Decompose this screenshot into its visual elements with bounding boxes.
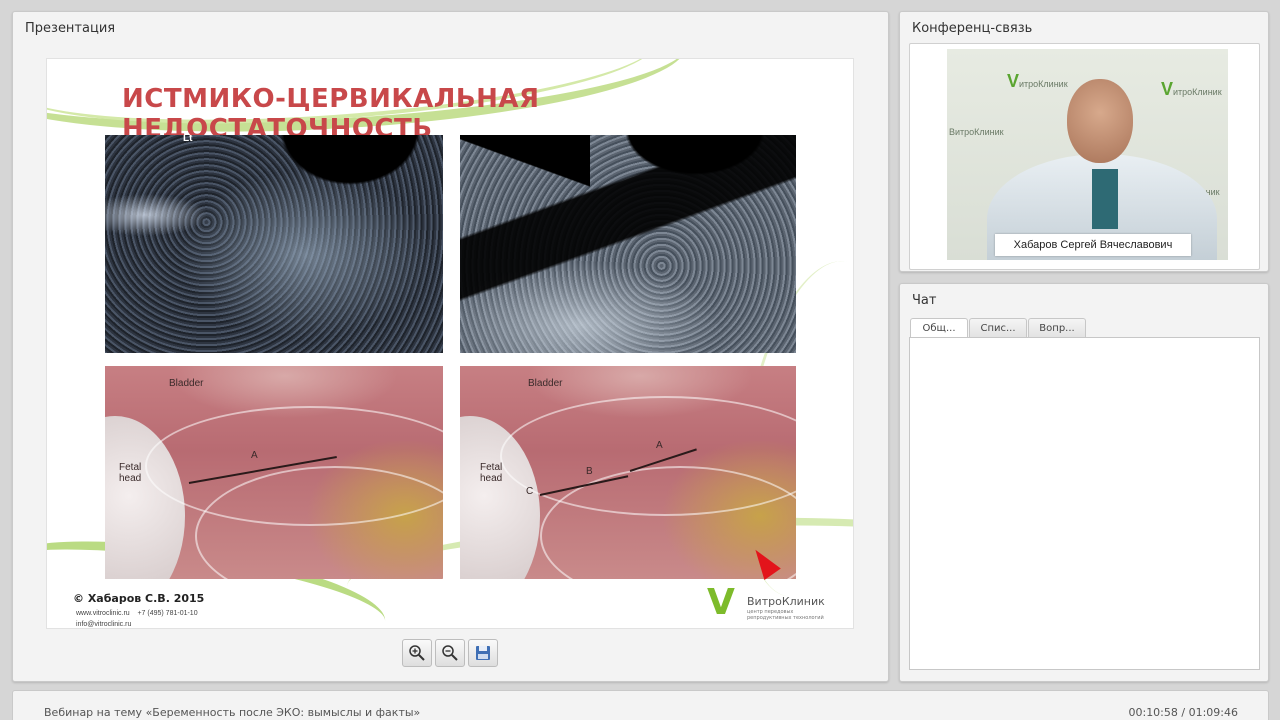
tab-general[interactable]: Общ... xyxy=(910,318,968,339)
brand-logo: V ВитроКлиник центр передовых репродукти… xyxy=(707,583,837,627)
presentation-panel: Презентация ИСТМИКО-ЦЕРВИКАЛЬНАЯ НЕДОСТА… xyxy=(12,11,889,682)
webinar-title: Вебинар на тему «Беременность после ЭКО:… xyxy=(44,706,421,719)
ultrasound-image-2 xyxy=(460,135,796,353)
fetal-head-label: Fetal head xyxy=(480,462,503,484)
measure-label-a: A xyxy=(251,450,258,461)
playback-time: 00:10:58 / 01:09:46 xyxy=(1128,706,1238,719)
slide-copyright: © Хабаров С.В. 2015 xyxy=(73,592,205,605)
contact-email: info@vitroclinic.ru xyxy=(76,621,132,628)
measure-label-c: C xyxy=(526,486,534,497)
tab-list[interactable]: Спис... xyxy=(969,318,1027,338)
save-button[interactable] xyxy=(468,639,498,667)
video-logo: ВитроКлиник xyxy=(949,127,1004,137)
zoom-out-button[interactable] xyxy=(435,639,465,667)
speaker-video[interactable]: VитроКлиник VитроКлиник ВитроКлиник итро… xyxy=(947,49,1228,260)
bladder-label: Bladder xyxy=(169,378,204,389)
conference-panel: Конференц-связь VитроКлиник VитроКлиник … xyxy=(899,11,1269,272)
anatomy-image-1: Bladder Fetal head A xyxy=(105,366,443,579)
brand-name: ВитроКлиник xyxy=(747,595,825,608)
slide: ИСТМИКО-ЦЕРВИКАЛЬНАЯ НЕДОСТАТОЧНОСТЬ Lt … xyxy=(46,58,854,629)
shadow-region xyxy=(460,135,590,215)
conference-title: Конференц-связь xyxy=(912,21,1033,36)
zoom-out-icon xyxy=(442,645,458,661)
brand-subtitle: центр передовых репродуктивных технологи… xyxy=(747,609,824,621)
contact-phone: +7 (495) 781-01-10 xyxy=(137,610,198,617)
anatomy-image-2: Bladder Fetal head A B C xyxy=(460,366,796,579)
chat-messages-area[interactable] xyxy=(909,337,1260,670)
speaker-name-tag: Хабаров Сергей Вячеславович xyxy=(995,234,1191,256)
measure-label-b: B xyxy=(586,466,593,477)
tab-questions[interactable]: Вопр... xyxy=(1028,318,1086,338)
video-logo: VитроКлиник xyxy=(1007,71,1068,91)
ultrasound-label: Lt xyxy=(183,135,193,144)
presentation-title: Презентация xyxy=(25,21,116,36)
ultrasound-image-1: Lt xyxy=(105,135,443,353)
zoom-in-icon xyxy=(409,645,425,661)
slide-toolbar xyxy=(402,639,498,667)
zoom-in-button[interactable] xyxy=(402,639,432,667)
footer-bar: Вебинар на тему «Беременность после ЭКО:… xyxy=(12,690,1269,720)
speaker-tie xyxy=(1092,169,1118,229)
brand-v-icon: V xyxy=(707,582,735,623)
video-frame: VитроКлиник VитроКлиник ВитроКлиник итро… xyxy=(909,43,1260,270)
save-icon xyxy=(476,646,490,660)
speaker-head xyxy=(1067,79,1133,163)
bladder-label: Bladder xyxy=(528,378,563,389)
chat-title: Чат xyxy=(912,293,937,308)
chat-panel: Чат Общ... Спис... Вопр... xyxy=(899,283,1269,682)
slide-contact: www.vitroclinic.ru +7 (495) 781-01-10 in… xyxy=(76,608,198,628)
chat-tabs: Общ... Спис... Вопр... xyxy=(910,318,1086,339)
measure-label-a: A xyxy=(656,440,663,451)
video-logo: VитроКлиник xyxy=(1161,79,1222,99)
contact-site: www.vitroclinic.ru xyxy=(76,610,130,617)
fetal-head-label: Fetal head xyxy=(119,462,142,484)
